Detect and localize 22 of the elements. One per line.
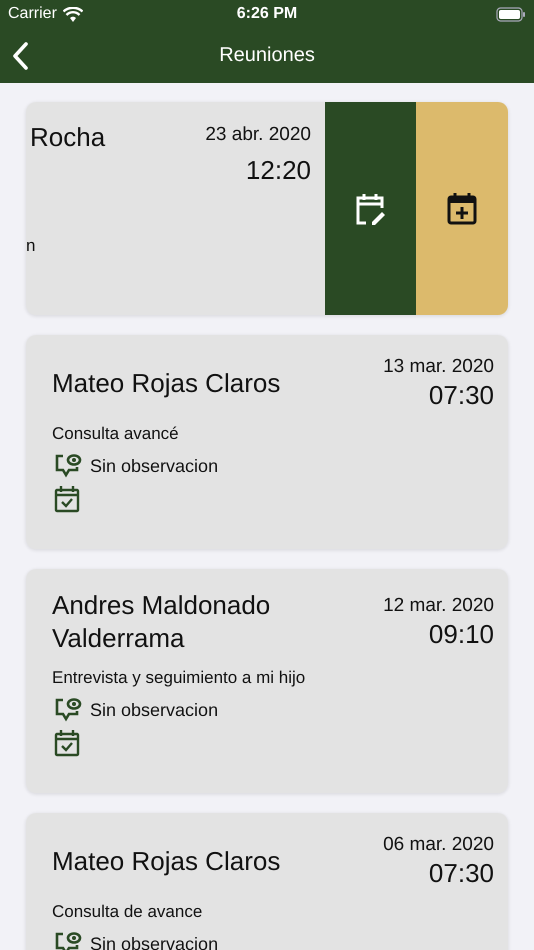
meeting-subject: Entrevista y seguimiento a mi hijo xyxy=(52,667,306,689)
person-name: Rocha xyxy=(30,122,106,153)
person-name: Andres Maldonado Valderrama xyxy=(52,589,272,655)
subject-fragment: n xyxy=(26,236,36,256)
screen-title: Reuniones xyxy=(219,44,315,67)
time-text: 07:30 xyxy=(428,379,494,411)
observation-text: Sin observacion xyxy=(90,934,218,950)
time-text: 12:20 xyxy=(246,155,311,186)
person-name: Mateo Rojas Claros xyxy=(52,844,282,878)
observation-text: Sin observacion xyxy=(90,700,218,720)
date-text: 12 mar. 2020 xyxy=(383,594,494,618)
date-text: 13 mar. 2020 xyxy=(383,355,494,379)
person-name: Mateo Rojas Claros xyxy=(52,366,282,400)
clock-text: 6:26 PM xyxy=(236,5,298,22)
meeting-subject: Consulta de avance xyxy=(52,901,202,923)
observation-text: Sin observacion xyxy=(90,456,218,476)
time-text: 09:10 xyxy=(428,618,494,650)
time-text: 07:30 xyxy=(428,857,494,889)
carrier-label: Carrier xyxy=(8,5,57,23)
meeting-subject: Consulta avancé xyxy=(52,423,179,445)
date-text: 06 mar. 2020 xyxy=(383,833,494,857)
date-text: 23 abr. 2020 xyxy=(205,124,311,146)
